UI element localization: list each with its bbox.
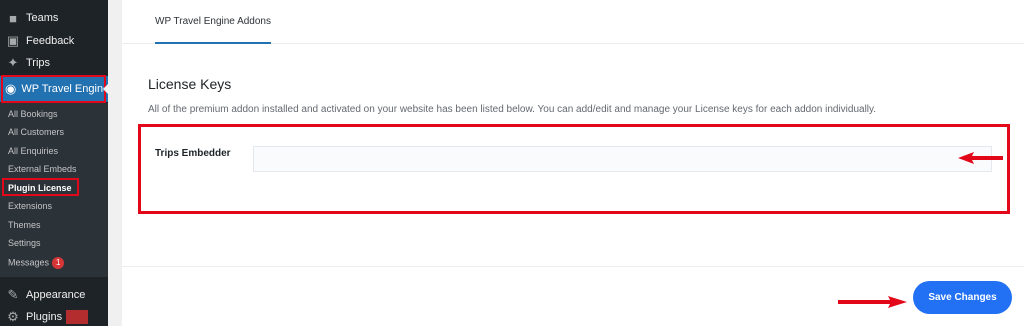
- teams-icon: ■: [9, 10, 17, 26]
- appearance-icon: ✎: [7, 287, 19, 302]
- plugins-update-badge: [66, 310, 89, 324]
- tab-wp-travel-engine-addons[interactable]: WP Travel Engine Addons: [155, 0, 271, 44]
- sidebar-item-plugins[interactable]: ⚙ Plugins: [0, 306, 108, 326]
- submenu-item-themes[interactable]: Themes: [8, 220, 41, 230]
- admin-sidebar: ■ Teams ▣ Feedback ✦ Trips ◉ WP Travel E…: [0, 0, 109, 326]
- submenu-item-all-bookings[interactable]: All Bookings: [8, 109, 58, 119]
- annotation-highlight-box: [2, 178, 79, 196]
- sidebar-item-teams[interactable]: ■ Teams: [0, 7, 108, 29]
- sidebar-item-feedback[interactable]: ▣ Feedback: [0, 30, 108, 52]
- footer-divider: [122, 266, 1024, 267]
- tab-bar: WP Travel Engine Addons: [122, 0, 1024, 44]
- section-title: License Keys: [148, 76, 232, 92]
- save-changes-button[interactable]: Save Changes: [913, 281, 1012, 314]
- annotation-highlight-box: [1, 75, 106, 103]
- trips-embedder-label: Trips Embedder: [155, 148, 231, 159]
- submenu-item-label: Messages: [8, 257, 50, 268]
- trips-icon: ✦: [7, 55, 19, 70]
- settings-panel: WP Travel Engine Addons License Keys All…: [122, 0, 1024, 326]
- sidebar-item-trips[interactable]: ✦ Trips: [0, 52, 108, 74]
- submenu-item-all-customers[interactable]: All Customers: [8, 127, 64, 137]
- submenu-item-all-enquiries[interactable]: All Enquiries: [8, 146, 58, 156]
- feedback-icon: ▣: [6, 33, 20, 48]
- section-description: All of the premium addon installed and a…: [148, 104, 877, 115]
- submenu-item-messages[interactable]: Messages 1: [8, 257, 65, 269]
- sidebar-item-appearance[interactable]: ✎ Appearance: [0, 284, 108, 306]
- submenu-item-external-embeds[interactable]: External Embeds: [8, 164, 77, 174]
- messages-count-badge: 1: [52, 257, 65, 269]
- current-menu-pointer: [103, 84, 108, 94]
- trips-embedder-license-input[interactable]: [253, 146, 992, 172]
- annotation-arrow-left-icon: [958, 152, 1003, 164]
- submenu-item-settings[interactable]: Settings: [8, 238, 41, 248]
- plugins-icon: ⚙: [7, 309, 19, 324]
- annotation-arrow-right-icon: [838, 296, 907, 308]
- submenu-item-extensions[interactable]: Extensions: [8, 201, 52, 211]
